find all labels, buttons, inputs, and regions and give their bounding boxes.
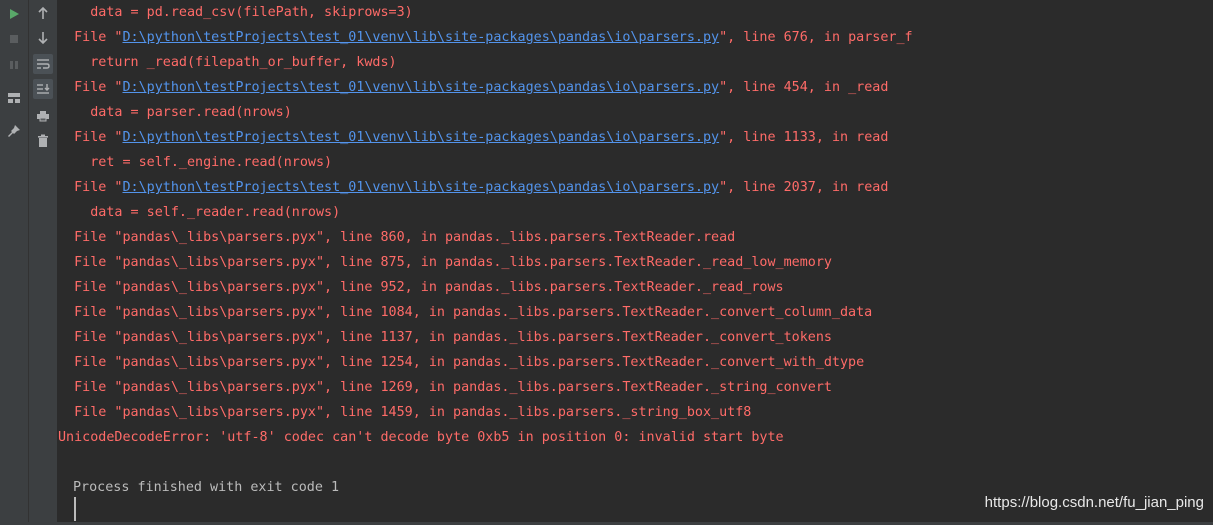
stop-icon[interactable] bbox=[4, 29, 24, 49]
console-line: File "D:\python\testProjects\test_01\ven… bbox=[58, 25, 913, 50]
console-line-text: File "pandas\_libs\parsers.pyx", line 86… bbox=[58, 230, 736, 245]
run-toolbar-left bbox=[0, 0, 29, 525]
scroll-to-end-icon[interactable] bbox=[33, 79, 53, 99]
console-line-text: File "pandas\_libs\parsers.pyx", line 95… bbox=[58, 280, 784, 295]
console-line-text: data = pd.read_csv(filePath, skiprows=3) bbox=[58, 5, 413, 20]
console-line-text: data = parser.read(nrows) bbox=[58, 105, 292, 120]
console-line: File "pandas\_libs\parsers.pyx", line 95… bbox=[58, 275, 784, 300]
file-path-link[interactable]: D:\python\testProjects\test_01\venv\lib\… bbox=[123, 80, 720, 95]
console-line-text: File "pandas\_libs\parsers.pyx", line 11… bbox=[58, 330, 832, 345]
console-line: UnicodeDecodeError: 'utf-8' codec can't … bbox=[58, 425, 784, 450]
console-line-text: File " bbox=[58, 180, 123, 195]
print-icon[interactable] bbox=[33, 106, 53, 126]
console-line-text: File "pandas\_libs\parsers.pyx", line 12… bbox=[58, 380, 832, 395]
pin-icon[interactable] bbox=[4, 121, 24, 141]
console-line: File "pandas\_libs\parsers.pyx", line 14… bbox=[58, 400, 751, 425]
console-line-text: UnicodeDecodeError: 'utf-8' codec can't … bbox=[58, 430, 784, 445]
console-line: File "pandas\_libs\parsers.pyx", line 86… bbox=[58, 225, 735, 250]
file-path-link[interactable]: D:\python\testProjects\test_01\venv\lib\… bbox=[123, 30, 720, 45]
console-line-text: File " bbox=[58, 30, 123, 45]
console-line: File "pandas\_libs\parsers.pyx", line 12… bbox=[58, 350, 864, 375]
watermark: https://blog.csdn.net/fu_jian_ping bbox=[984, 494, 1204, 511]
console-line: File "D:\python\testProjects\test_01\ven… bbox=[58, 125, 888, 150]
console-line: ret = self._engine.read(nrows) bbox=[58, 150, 332, 175]
console-line: File "pandas\_libs\parsers.pyx", line 87… bbox=[58, 250, 832, 275]
console-line-suffix: ", line 454, in _read bbox=[719, 80, 889, 95]
console-line: File "pandas\_libs\parsers.pyx", line 12… bbox=[58, 375, 832, 400]
run-toolbar-right bbox=[29, 0, 58, 525]
console-line: File "pandas\_libs\parsers.pyx", line 11… bbox=[58, 325, 832, 350]
console-line-text: File "pandas\_libs\parsers.pyx", line 10… bbox=[58, 305, 873, 320]
run-tool-window: data = pd.read_csv(filePath, skiprows=3)… bbox=[0, 0, 1213, 525]
console-line-text: File " bbox=[58, 130, 123, 145]
text-cursor bbox=[74, 497, 76, 521]
file-path-link[interactable]: D:\python\testProjects\test_01\venv\lib\… bbox=[123, 130, 720, 145]
console-line-text: ret = self._engine.read(nrows) bbox=[58, 155, 333, 170]
trash-icon[interactable] bbox=[33, 131, 53, 151]
console-line: data = pd.read_csv(filePath, skiprows=3) bbox=[58, 0, 413, 25]
console-line-suffix: ", line 1133, in read bbox=[719, 130, 889, 145]
arrow-up-icon[interactable] bbox=[33, 3, 53, 23]
console-line: data = parser.read(nrows) bbox=[58, 100, 292, 125]
exit-message: Process finished with exit code 1 bbox=[73, 480, 340, 495]
soft-wrap-icon[interactable] bbox=[33, 54, 53, 74]
console-output[interactable]: data = pd.read_csv(filePath, skiprows=3)… bbox=[58, 0, 1213, 525]
console-line-text: return _read(filepath_or_buffer, kwds) bbox=[58, 55, 397, 70]
console-line: File "pandas\_libs\parsers.pyx", line 10… bbox=[58, 300, 872, 325]
console-line-suffix: ", line 676, in parser_f bbox=[719, 30, 913, 45]
file-path-link[interactable]: D:\python\testProjects\test_01\venv\lib\… bbox=[123, 180, 720, 195]
console-line-text: File " bbox=[58, 80, 123, 95]
console-line-text: data = self._reader.read(nrows) bbox=[58, 205, 341, 220]
console-line-text: File "pandas\_libs\parsers.pyx", line 14… bbox=[58, 405, 752, 420]
layout-icon[interactable] bbox=[4, 88, 24, 108]
pause-icon[interactable] bbox=[4, 55, 24, 75]
arrow-down-icon[interactable] bbox=[33, 28, 53, 48]
play-icon[interactable] bbox=[4, 4, 24, 24]
console-line: return _read(filepath_or_buffer, kwds) bbox=[58, 50, 397, 75]
console-line: File "D:\python\testProjects\test_01\ven… bbox=[58, 75, 888, 100]
console-line-text: File "pandas\_libs\parsers.pyx", line 12… bbox=[58, 355, 865, 370]
console-line: data = self._reader.read(nrows) bbox=[58, 200, 340, 225]
console-line-text: File "pandas\_libs\parsers.pyx", line 87… bbox=[58, 255, 832, 270]
console-line: File "D:\python\testProjects\test_01\ven… bbox=[58, 175, 888, 200]
console-line-suffix: ", line 2037, in read bbox=[719, 180, 889, 195]
